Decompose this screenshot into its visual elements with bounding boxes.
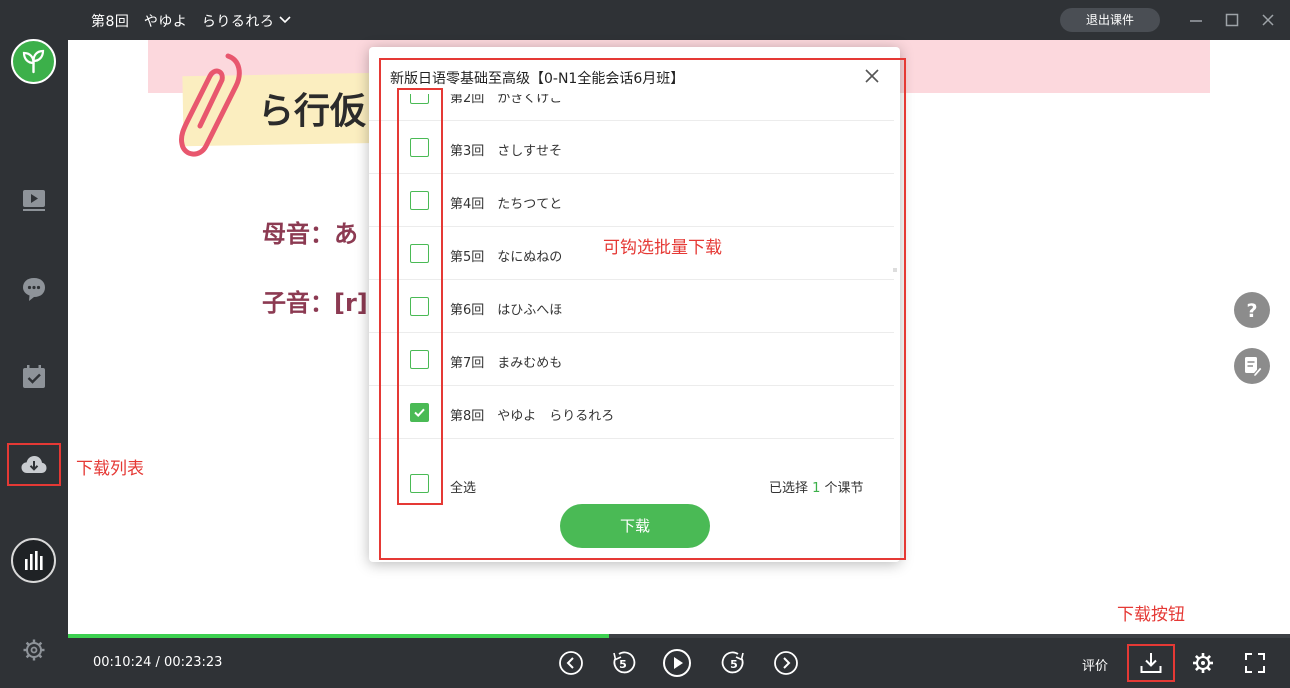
question-icon: ? [1246, 300, 1257, 322]
batch-download-annotation: 可钩选批量下载 [603, 238, 722, 258]
play-video-icon[interactable] [19, 185, 49, 215]
chevron-down-icon[interactable] [277, 12, 293, 28]
consonant-text: 子音：[r] [262, 289, 368, 317]
audio-bars-icon [25, 551, 43, 570]
dialog-highlight [379, 58, 906, 560]
download-button-annotation: 下载按钮 [1117, 605, 1185, 625]
total-time: 00:23:23 [164, 655, 223, 670]
paperclip-icon [179, 53, 242, 157]
vowel-text: 母音：あ [262, 220, 358, 248]
play-icon[interactable] [662, 648, 692, 678]
svg-text:?: ? [1246, 300, 1257, 322]
next-icon[interactable] [773, 650, 799, 676]
forward-seconds: 5 [730, 658, 738, 671]
download-list-annotation: 下载列表 [76, 459, 144, 479]
note-edit-icon [1245, 357, 1263, 378]
left-sidebar [0, 0, 68, 688]
app-window: ら行仮 母音：あ 子音：[r] ? 第8回 やゆよ らりるれろ 退出课件 下载列… [0, 0, 1290, 688]
forward-5-icon[interactable]: 5 [721, 650, 747, 676]
notes-button[interactable] [1234, 348, 1270, 384]
time-separator: / [151, 655, 165, 670]
rate-button[interactable]: 评价 [1082, 655, 1108, 674]
player-controls: 00:10:24 / 00:23:23 5 5 评价 [68, 638, 1290, 688]
help-button[interactable]: ? [1234, 292, 1270, 328]
close-icon[interactable] [1260, 12, 1276, 28]
minimize-icon[interactable] [1188, 12, 1204, 28]
top-bar: 第8回 やゆよ らりるれろ 退出课件 [0, 0, 1290, 40]
rewind-seconds: 5 [619, 658, 627, 671]
calendar-check-icon[interactable] [19, 362, 49, 392]
download-list-highlight [7, 443, 61, 486]
slide-heading: ら行仮 [258, 90, 367, 132]
settings-gear-icon[interactable] [1190, 650, 1216, 676]
current-time: 00:10:24 [93, 655, 152, 670]
chat-bubbles-icon[interactable] [19, 274, 49, 304]
fullscreen-icon[interactable] [1242, 650, 1268, 676]
download-button-highlight [1127, 644, 1175, 682]
audio-button[interactable] [11, 538, 56, 583]
maximize-icon[interactable] [1224, 12, 1240, 28]
sprout-icon [22, 49, 45, 74]
app-logo [11, 39, 56, 84]
previous-icon[interactable] [558, 650, 584, 676]
time-display: 00:10:24 / 00:23:23 [93, 655, 222, 670]
rewind-5-icon[interactable]: 5 [610, 650, 636, 676]
exit-course-button[interactable]: 退出课件 [1060, 8, 1160, 32]
gear-icon[interactable] [19, 635, 49, 665]
lesson-title[interactable]: 第8回 やゆよ らりるれろ [91, 11, 274, 31]
checkbox-column-highlight [397, 88, 443, 505]
